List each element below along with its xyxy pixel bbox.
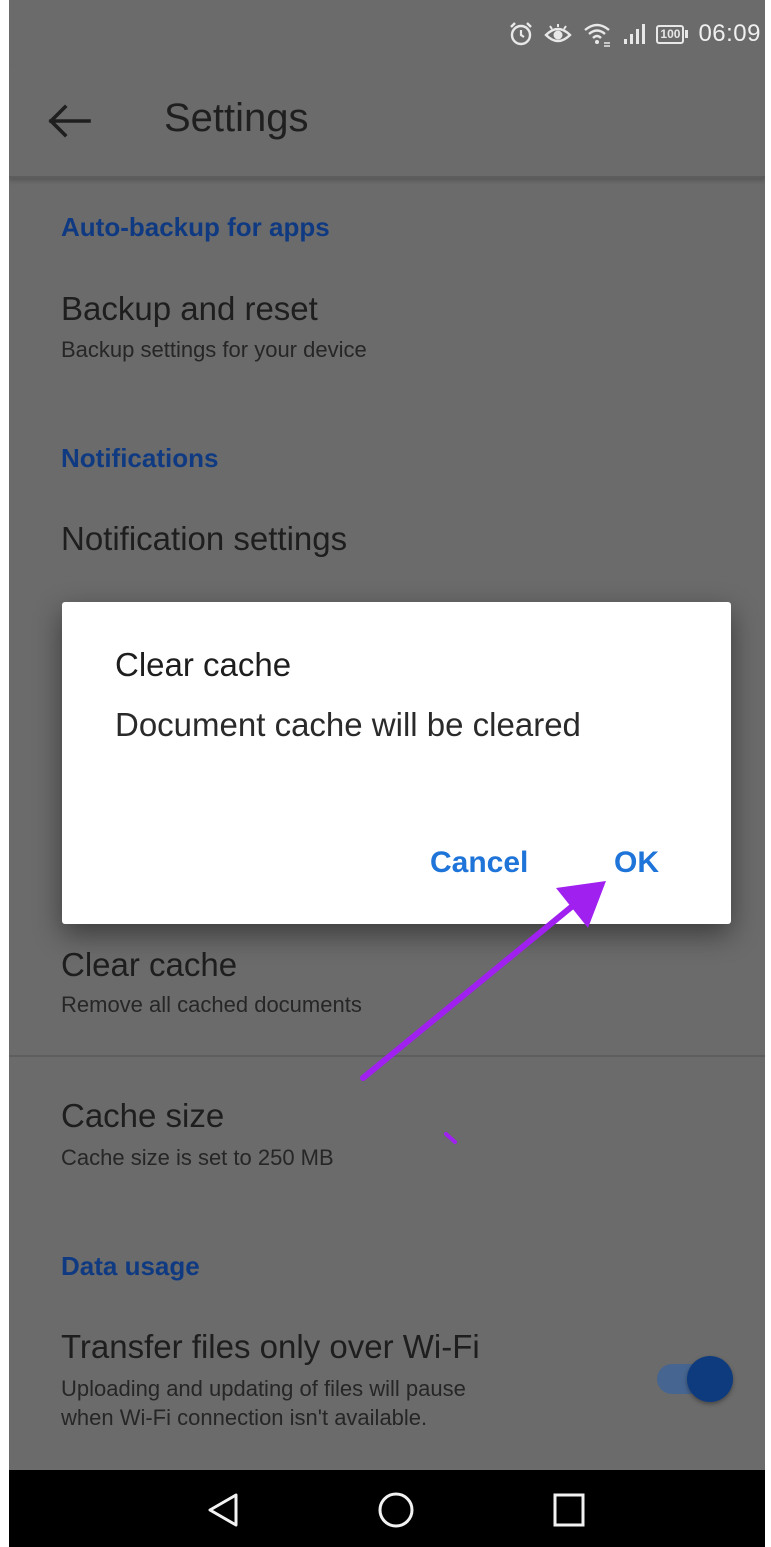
- section-header-auto-backup: Auto-backup for apps: [61, 212, 330, 242]
- signal-icon: [624, 24, 646, 44]
- wifi-only-subtitle-line-2: when Wi-Fi connection isn't available.: [61, 1405, 428, 1430]
- status-icons: 100 06:09: [508, 19, 761, 49]
- list-divider: [9, 1055, 765, 1057]
- wifi-only-subtitle-line-1: Uploading and updating of files will pau…: [61, 1376, 466, 1401]
- clear-cache-dialog: Clear cache Document cache will be clear…: [62, 602, 731, 924]
- clear-cache-item[interactable]: Clear cache: [61, 946, 237, 984]
- wifi-only-toggle-thumb[interactable]: [687, 1356, 733, 1402]
- battery-level: 100: [656, 24, 685, 44]
- ok-button[interactable]: OK: [614, 846, 659, 880]
- nav-back-icon[interactable]: [206, 1492, 240, 1528]
- phone-screen: 100 06:09 Settings Auto-backup for apps …: [9, 0, 765, 1547]
- nav-home-icon[interactable]: [377, 1492, 415, 1530]
- dialog-title: Clear cache: [115, 646, 292, 683]
- cache-size-subtitle: Cache size is set to 250 MB: [61, 1145, 334, 1170]
- status-bar: 100 06:09: [9, 0, 765, 66]
- wifi-icon: [584, 23, 611, 47]
- backup-and-reset-item[interactable]: Backup and reset: [61, 290, 318, 328]
- dialog-message: Document cache will be cleared: [115, 706, 581, 743]
- back-arrow-icon[interactable]: [47, 104, 91, 138]
- status-time: 06:09: [698, 20, 761, 47]
- section-header-notifications: Notifications: [61, 443, 219, 473]
- backup-and-reset-subtitle: Backup settings for your device: [61, 337, 367, 362]
- nav-recents-icon[interactable]: [552, 1492, 586, 1528]
- alarm-icon: [510, 22, 533, 46]
- clear-cache-subtitle: Remove all cached documents: [61, 992, 362, 1017]
- section-header-data-usage: Data usage: [61, 1251, 200, 1281]
- cache-size-item[interactable]: Cache size: [61, 1097, 224, 1135]
- eye-icon: [544, 24, 573, 43]
- cancel-button[interactable]: Cancel: [430, 846, 528, 880]
- battery-icon: 100: [656, 24, 689, 44]
- page-title: Settings: [164, 96, 309, 140]
- notification-settings-item[interactable]: Notification settings: [61, 520, 347, 558]
- wifi-only-item[interactable]: Transfer files only over Wi-Fi: [61, 1328, 480, 1366]
- system-nav-bar: [9, 1470, 765, 1547]
- app-bar: Settings: [9, 66, 765, 178]
